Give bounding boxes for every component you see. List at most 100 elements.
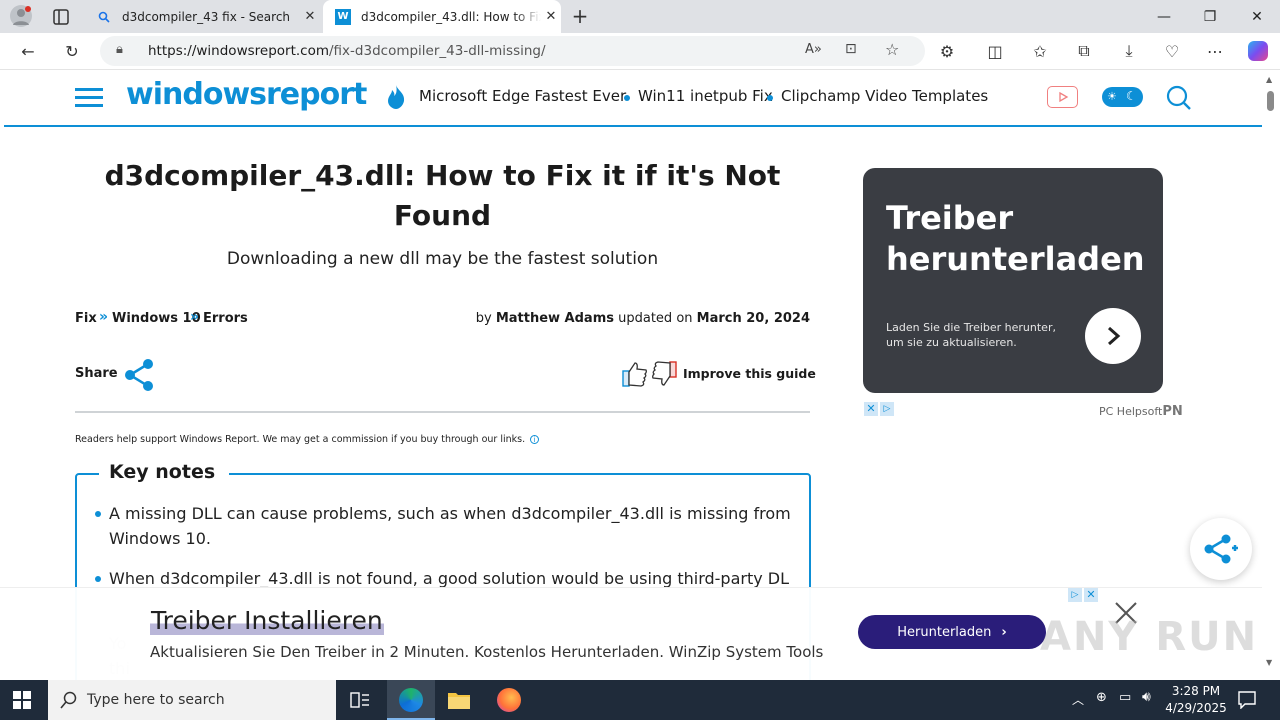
favorite-star-icon[interactable]: ☆ [885, 40, 899, 59]
bullet [95, 576, 101, 582]
divider [75, 411, 810, 413]
key-note-item: A missing DLL can cause problems, such a… [109, 504, 791, 548]
tab-article[interactable]: W d3dcompiler_43.dll: How to Fix it ✕ [323, 0, 561, 33]
trending-link[interactable]: Clipchamp Video Templates [781, 87, 988, 105]
scroll-down-icon[interactable]: ▼ [1266, 658, 1272, 667]
site-header: windowsreport Microsoft Edge Fastest Eve… [4, 71, 1262, 127]
article-subtitle: Downloading a new dll may be the fastest… [226, 249, 659, 269]
author-link[interactable]: Matthew Adams [496, 311, 614, 326]
improve-guide-link[interactable]: Improve this guide [683, 366, 816, 381]
windows-report-icon: W [335, 8, 351, 25]
collections-icon[interactable]: ⧉ [1069, 37, 1099, 65]
clock-date: 4/29/2025 [1165, 701, 1227, 715]
favorites-icon[interactable]: ✩ [1025, 37, 1055, 65]
minimize-icon[interactable]: — [1141, 0, 1187, 33]
site-search-icon[interactable] [1166, 85, 1192, 111]
network-device-icon[interactable]: ⊕ [1096, 690, 1107, 705]
trending-link[interactable]: Win11 inetpub Fix [638, 87, 773, 105]
volume-icon[interactable]: 🔊︎ [1142, 689, 1151, 705]
bullet [95, 511, 101, 517]
trend-separator [624, 95, 630, 101]
ad-choices-icon[interactable]: ✕ ▷ [864, 402, 896, 417]
tab-search[interactable]: d3dcompiler_43 fix - Search ✕ [84, 0, 320, 33]
bottom-banner-ad[interactable]: Treiber Installieren Aktualisieren Sie D… [0, 587, 1262, 680]
breadcrumb-errors[interactable]: Errors [203, 311, 248, 326]
share-icon[interactable] [123, 358, 155, 392]
tab-strip: d3dcompiler_43 fix - Search ✕ W d3dcompi… [0, 0, 1280, 33]
article-title: d3dcompiler_43.dll: How to Fix it if it'… [104, 159, 781, 232]
read-aloud-icon[interactable]: A» [805, 42, 822, 57]
system-clock[interactable]: 3:28 PM 4/29/2025 [1164, 683, 1228, 717]
share-label: Share [75, 366, 118, 381]
performance-icon[interactable]: ♡ [1157, 37, 1187, 65]
site-logo[interactable]: windowsreport [126, 77, 367, 112]
address-bar[interactable]: 🔒︎ https://windowsreport.com/fix-d3dcomp… [100, 36, 925, 66]
windows-taskbar: Type here to search ︿ ⊕ ▭ 🔊︎ 3:28 PM 4/2… [0, 680, 1280, 720]
tab-title: d3dcompiler_43 fix - Search [122, 9, 291, 24]
vertical-scrollbar[interactable]: ▲ ▼ [1262, 71, 1280, 680]
refresh-icon[interactable]: ↻ [57, 37, 87, 65]
more-menu-icon[interactable]: ⋯ [1200, 37, 1230, 65]
breadcrumb-separator: » [190, 309, 200, 325]
info-icon[interactable]: i [530, 435, 540, 444]
extensions-icon[interactable]: ⚙ [932, 37, 962, 65]
video-icon[interactable] [1047, 86, 1078, 108]
lock-icon[interactable]: 🔒︎ [116, 42, 123, 57]
chevron-up-icon[interactable]: ︿ [1072, 691, 1084, 708]
flame-icon [386, 84, 406, 110]
network-icon[interactable]: ▭ [1119, 690, 1131, 705]
immersive-reader-icon[interactable]: ⊡ [845, 41, 857, 57]
firefox-icon[interactable] [497, 688, 521, 712]
byline: by Matthew Adams updated on March 20, 20… [475, 311, 810, 326]
chevron-right-icon[interactable] [1085, 308, 1141, 364]
tab-title: d3dcompiler_43.dll: How to Fix it [361, 9, 541, 24]
floating-share-button[interactable] [1190, 518, 1252, 580]
trending-link[interactable]: Microsoft Edge Fastest Ever [419, 87, 626, 105]
thumbs-up-icon[interactable] [622, 360, 648, 388]
close-tab-icon[interactable]: ✕ [541, 9, 561, 24]
banner-title: Treiber Installieren [150, 606, 384, 635]
clock-time: 3:28 PM [1171, 684, 1221, 698]
ad-headline: Treiber herunterladen [886, 199, 1145, 278]
search-placeholder: Type here to search [87, 692, 225, 708]
breadcrumb-windows-10[interactable]: Windows 10 [112, 311, 201, 326]
trend-separator [767, 95, 773, 101]
hamburger-menu-icon[interactable] [75, 88, 103, 108]
scroll-up-icon[interactable]: ▲ [1266, 75, 1272, 84]
restore-icon[interactable]: ❐ [1187, 0, 1233, 33]
browser-toolbar: ← ↻ 🔒︎ https://windowsreport.com/fix-d3d… [0, 33, 1280, 70]
updated-date: March 20, 2024 [696, 311, 810, 326]
split-screen-icon[interactable]: ◫ [980, 37, 1010, 65]
watermark: ANY RUN [1040, 614, 1259, 660]
windows-start-icon[interactable] [13, 691, 31, 709]
copilot-icon[interactable] [1243, 37, 1273, 65]
ad-brand: PC HelpsoftPN [1099, 404, 1183, 419]
profile-avatar[interactable] [10, 5, 32, 27]
edge-taskbar-icon[interactable] [387, 680, 435, 720]
ad-text: Laden Sie die Treiber herunter, um sie z… [886, 321, 1056, 349]
key-notes-title: Key notes [99, 461, 230, 483]
file-explorer-icon[interactable] [447, 690, 471, 710]
search-icon [96, 9, 112, 25]
thumbs-down-icon[interactable] [651, 360, 677, 388]
tab-actions-icon[interactable] [50, 6, 72, 28]
new-tab-icon[interactable]: + [568, 4, 592, 28]
ad-choices-icon[interactable]: ▷ ✕ [1068, 588, 1100, 603]
download-button[interactable]: Herunterladen › [858, 615, 1046, 649]
downloads-icon[interactable]: ⤓ [1114, 37, 1144, 65]
close-tab-icon[interactable]: ✕ [300, 9, 320, 24]
banner-text: Aktualisieren Sie Den Treiber in 2 Minut… [150, 643, 824, 661]
affiliate-disclosure: Readers help support Windows Report. We … [75, 434, 540, 445]
taskbar-search[interactable]: Type here to search [48, 680, 336, 720]
side-ad[interactable]: Treiber herunterladen Laden Sie die Trei… [863, 168, 1163, 393]
search-icon [60, 691, 78, 713]
notifications-icon[interactable] [1238, 691, 1256, 710]
page-content: windowsreport Microsoft Edge Fastest Eve… [0, 71, 1262, 680]
dark-mode-toggle[interactable]: ☀ ☾ [1102, 87, 1143, 107]
breadcrumb-fix[interactable]: Fix [75, 311, 97, 326]
scrollbar-thumb[interactable] [1267, 91, 1274, 111]
task-view-icon[interactable] [349, 690, 371, 710]
url-text: https://windowsreport.com/fix-d3dcompile… [148, 43, 546, 59]
close-window-icon[interactable]: ✕ [1234, 0, 1280, 33]
back-icon[interactable]: ← [13, 37, 43, 65]
